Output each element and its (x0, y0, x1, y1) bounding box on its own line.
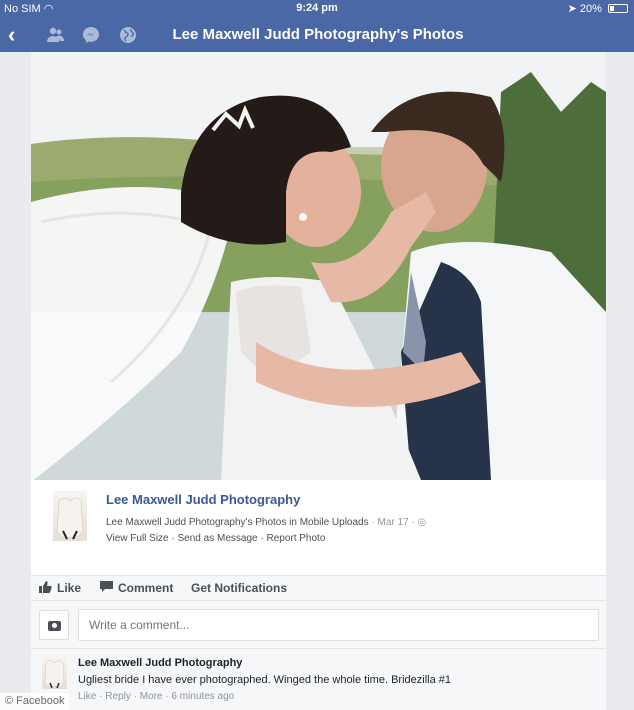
comment-more-link[interactable]: More (140, 691, 163, 702)
action-bar: Like Comment Get Notifications (31, 575, 606, 600)
comment-time[interactable]: 6 minutes ago (171, 691, 234, 702)
comment-text: Ugliest bride I have ever photographed. … (78, 674, 451, 686)
audience-icon: ◎ (417, 517, 427, 528)
like-button[interactable]: Like (39, 581, 81, 595)
comment-icon (100, 581, 113, 592)
nav-bar: ‹ Lee Maxwell Judd Photography's Photos (0, 18, 634, 52)
clock: 9:24 pm (296, 2, 338, 14)
post-photo[interactable] (31, 52, 606, 480)
avatar-image (56, 497, 84, 540)
post-card: Lee Maxwell Judd Photography Lee Maxwell… (31, 52, 606, 710)
wedding-photo (31, 52, 606, 480)
view-full-size-link[interactable]: View Full Size (106, 533, 169, 544)
status-bar: No SIM ◠ 9:24 pm ➤ 20% (0, 0, 634, 18)
post-header: Lee Maxwell Judd Photography Lee Maxwell… (31, 480, 606, 575)
camera-icon (48, 621, 61, 631)
report-photo-link[interactable]: Report Photo (266, 533, 325, 544)
author-avatar[interactable] (53, 491, 87, 541)
album-link[interactable]: Lee Maxwell Judd Photography's Photos in… (106, 517, 369, 528)
messenger-icon[interactable] (82, 26, 100, 44)
comment-button[interactable]: Comment (100, 581, 173, 595)
send-as-message-link[interactable]: Send as Message (178, 533, 258, 544)
comment-label: Comment (118, 581, 174, 595)
battery-percent: 20% (579, 3, 602, 15)
camera-button[interactable] (39, 610, 69, 640)
like-label: Like (57, 581, 82, 595)
comment-input[interactable] (78, 609, 599, 641)
comment-reply-link[interactable]: Reply (105, 691, 131, 702)
comment-item: Lee Maxwell Judd Photography Ugliest bri… (31, 648, 606, 710)
comment-composer (31, 600, 606, 648)
page-title: Lee Maxwell Judd Photography's Photos (172, 26, 464, 43)
get-notifications-button[interactable]: Get Notifications (191, 581, 287, 595)
facebook-watermark: © Facebook (0, 693, 70, 710)
post-author-name[interactable]: Lee Maxwell Judd Photography (106, 492, 300, 507)
comment-like-link[interactable]: Like (78, 691, 96, 702)
comment-meta: Like · Reply · More · 6 minutes ago (78, 691, 235, 702)
friends-icon[interactable] (46, 26, 64, 44)
avatar-image (44, 660, 65, 689)
get-notifications-label: Get Notifications (191, 581, 288, 595)
globe-icon[interactable] (119, 26, 137, 44)
commenter-avatar[interactable] (42, 656, 67, 689)
back-icon[interactable]: ‹ (8, 22, 15, 48)
commenter-name[interactable]: Lee Maxwell Judd Photography (78, 657, 242, 669)
location-icon: ➤ (567, 3, 580, 15)
post-meta: Lee Maxwell Judd Photography's Photos in… (106, 517, 427, 528)
post-date[interactable]: Mar 17 (378, 517, 409, 528)
battery-icon (608, 4, 628, 13)
thumbs-up-icon (39, 581, 52, 593)
photo-links: View Full Size · Send as Message · Repor… (106, 533, 326, 544)
